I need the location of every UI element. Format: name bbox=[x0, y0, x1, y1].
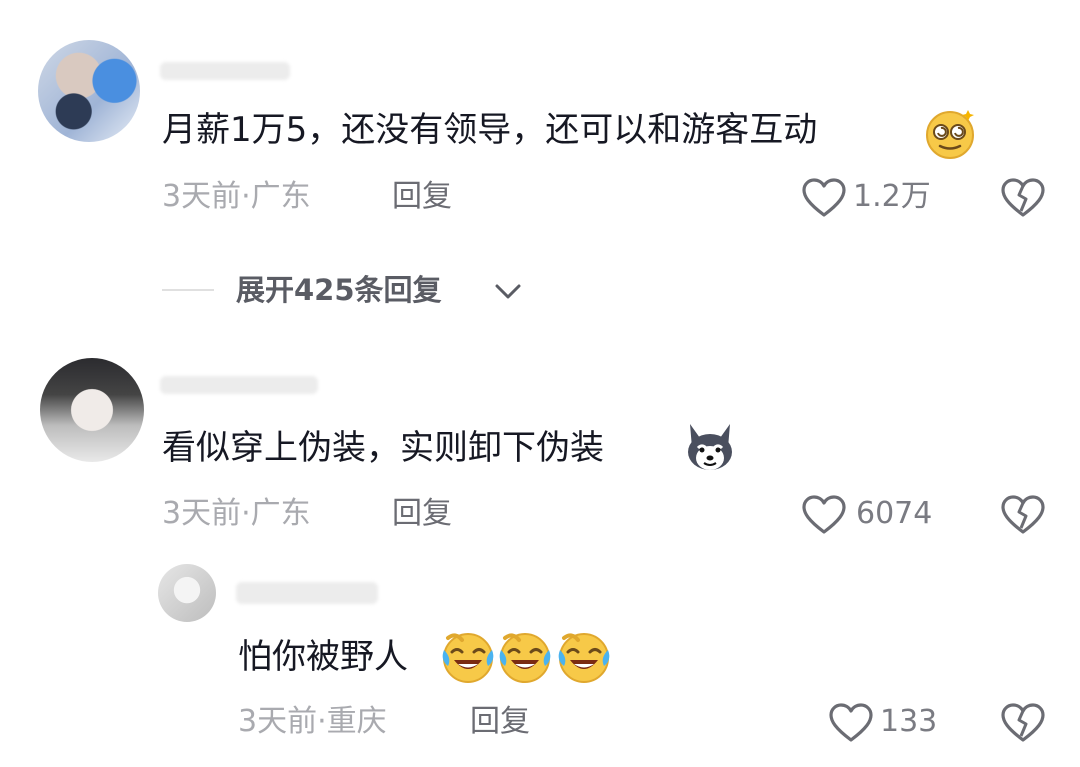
expand-replies-button[interactable]: 展开425条回复 bbox=[236, 276, 442, 305]
crying-laughing-face-emoji bbox=[556, 630, 612, 686]
crying-laughing-face-emoji bbox=[497, 630, 553, 686]
broken-heart-icon[interactable] bbox=[1001, 495, 1045, 535]
comment-meta: 3天前·广东 bbox=[162, 179, 311, 214]
reply-button[interactable]: 回复 bbox=[470, 707, 530, 737]
reply-meta: 3天前·重庆 bbox=[238, 704, 387, 739]
dizzy-face-emoji bbox=[924, 106, 978, 160]
like-count: 1.2万 bbox=[853, 179, 931, 214]
username-blurred[interactable] bbox=[236, 582, 378, 604]
username-blurred[interactable] bbox=[160, 62, 290, 80]
comment-text: 月薪1万5，还没有领导，还可以和游客互动 bbox=[162, 110, 818, 150]
avatar[interactable] bbox=[158, 564, 216, 622]
heart-outline-icon[interactable] bbox=[802, 178, 846, 218]
username-blurred[interactable] bbox=[160, 376, 318, 394]
reply-button[interactable]: 回复 bbox=[392, 499, 452, 529]
comment-meta: 3天前·广东 bbox=[162, 496, 311, 531]
broken-heart-icon[interactable] bbox=[1001, 178, 1045, 218]
heart-outline-icon[interactable] bbox=[829, 703, 873, 743]
chevron-down-icon[interactable] bbox=[493, 280, 523, 304]
reply-button[interactable]: 回复 bbox=[392, 182, 452, 212]
husky-dog-emoji bbox=[682, 418, 738, 474]
heart-outline-icon[interactable] bbox=[802, 495, 846, 535]
divider bbox=[162, 289, 214, 291]
avatar[interactable] bbox=[40, 358, 144, 462]
like-count: 133 bbox=[880, 704, 938, 739]
avatar[interactable] bbox=[38, 40, 140, 142]
reply-text: 怕你被野人 bbox=[238, 637, 408, 677]
comment-text: 看似穿上伪装，实则卸下伪装 bbox=[162, 428, 604, 468]
crying-laughing-face-emoji bbox=[440, 630, 496, 686]
like-count: 6074 bbox=[856, 496, 933, 531]
broken-heart-icon[interactable] bbox=[1001, 703, 1045, 743]
